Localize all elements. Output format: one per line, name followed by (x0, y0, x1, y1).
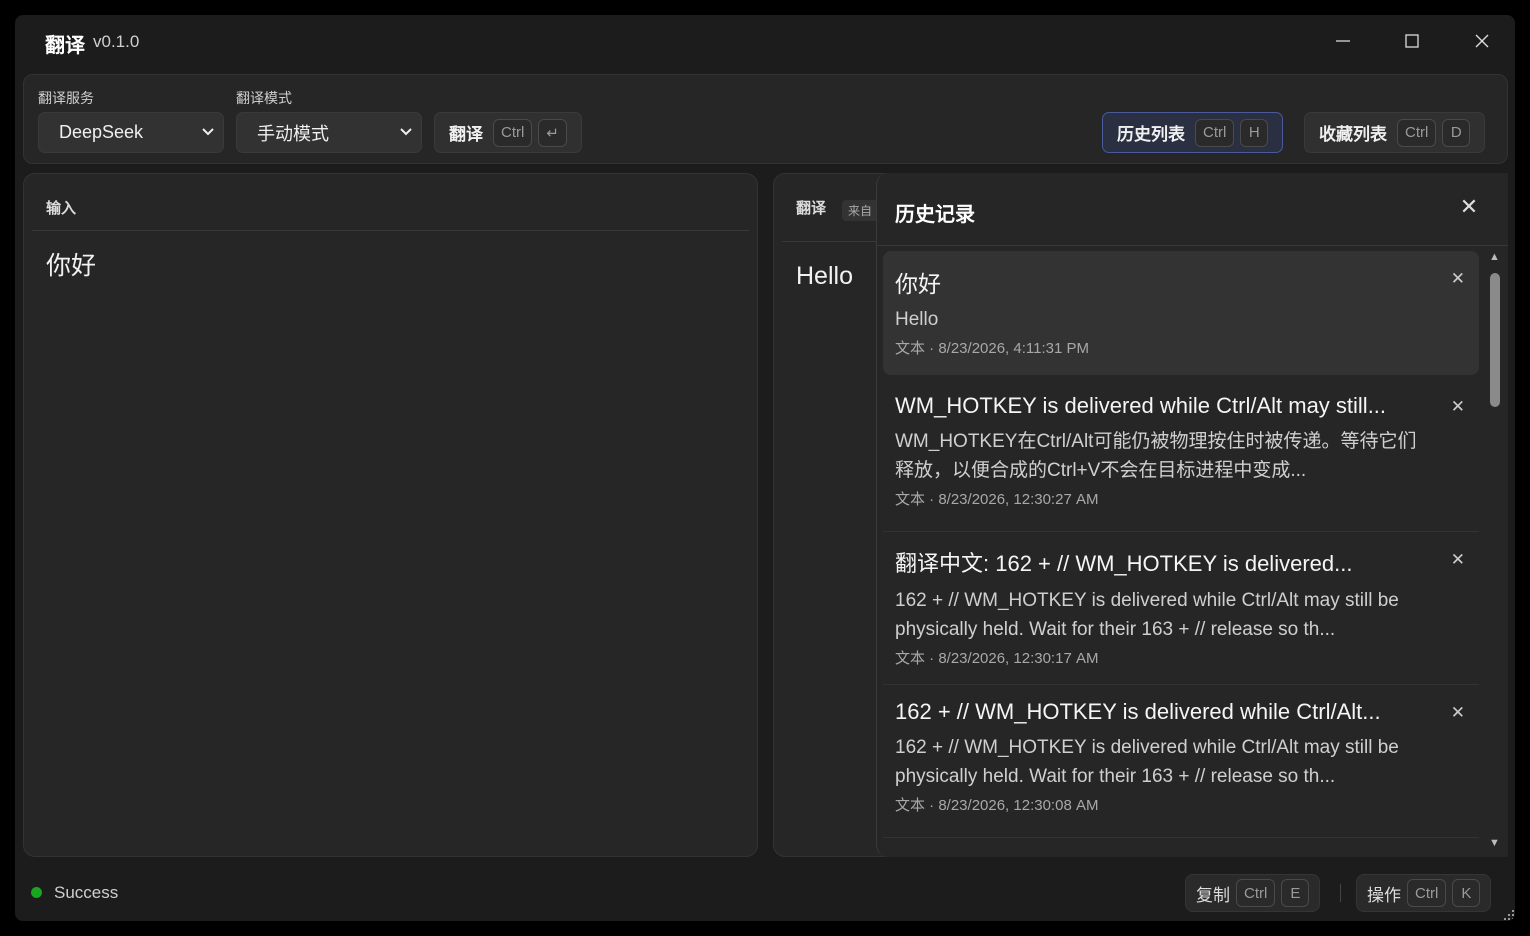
divider (1340, 884, 1341, 902)
history-translation: 162 + // WM_HOTKEY is delivered while Ct… (895, 737, 1399, 787)
scroll-down-icon[interactable]: ▼ (1489, 837, 1500, 849)
maximize-icon (1405, 34, 1419, 48)
favorites-list-label: 收藏列表 (1319, 125, 1387, 144)
input-panel: 输入 你好 (23, 173, 758, 857)
source-badge: 来自 (842, 200, 879, 221)
favorites-list-button[interactable]: 收藏列表 Ctrl D (1304, 112, 1486, 153)
history-item[interactable]: 162 + // WM_HOTKEY is delivered while Ct… (883, 685, 1479, 838)
history-list: 你好 Hello 文本 · 8/23/2026, 4:11:31 PM ✕ WM… (883, 251, 1479, 838)
history-translation: WM_HOTKEY在Ctrl/Alt可能仍被物理按住时被传递。等待它们释放，以便… (895, 431, 1417, 481)
history-meta: 文本 · 8/23/2026, 12:30:08 AM (895, 797, 1099, 814)
mode-value: 手动模式 (257, 123, 329, 144)
mode-select[interactable]: 手动模式 (236, 112, 422, 153)
history-meta: 文本 · 8/23/2026, 12:30:27 AM (895, 491, 1099, 508)
input-header: 输入 (46, 200, 77, 217)
mode-label: 翻译模式 (236, 90, 292, 106)
shortcut-key-h: H (1240, 118, 1269, 147)
delete-history-button[interactable]: ✕ (1451, 397, 1465, 417)
input-textarea[interactable]: 你好 (46, 246, 96, 282)
history-drawer: 历史记录 ✕ 你好 Hello 文本 · 8/23/2026, 4:11:31 … (876, 173, 1508, 857)
title-bar: 翻译 v0.1.0 (15, 15, 1515, 67)
shortcut-key-d: D (1442, 118, 1471, 147)
scroll-up-icon[interactable]: ▲ (1489, 251, 1500, 263)
delete-history-button[interactable]: ✕ (1451, 269, 1465, 289)
chevron-down-icon (202, 128, 214, 136)
translate-button[interactable]: 翻译 Ctrl ↵ (434, 112, 582, 153)
chevron-down-icon (400, 128, 412, 136)
service-select[interactable]: DeepSeek (38, 112, 224, 153)
app-window: 翻译 v0.1.0 翻译服务 DeepSeek 翻译模式 手动模式 翻译 Ctr… (15, 15, 1515, 921)
history-item[interactable]: 你好 Hello 文本 · 8/23/2026, 4:11:31 PM ✕ (883, 251, 1479, 375)
translate-label: 翻译 (449, 125, 483, 144)
shortcut-key-ctrl: Ctrl (1397, 118, 1437, 147)
history-meta: 文本 · 8/23/2026, 4:11:31 PM (895, 340, 1089, 357)
close-history-button[interactable]: ✕ (1457, 195, 1481, 219)
actions-button[interactable]: 操作 Ctrl K (1356, 874, 1492, 912)
maximize-button[interactable] (1392, 27, 1432, 55)
history-list-button[interactable]: 历史列表 Ctrl H (1102, 112, 1284, 153)
shortcut-key-k: K (1452, 879, 1481, 907)
shortcut-key-ctrl: Ctrl (1407, 879, 1447, 907)
history-source: 翻译中文: 162 + // WM_HOTKEY is delivered... (895, 551, 1353, 576)
close-window-button[interactable] (1462, 27, 1502, 55)
resize-grip-icon[interactable] (1501, 907, 1515, 921)
shortcut-key-ctrl: Ctrl (1236, 879, 1276, 907)
history-list-label: 历史列表 (1117, 125, 1185, 144)
minimize-icon (1336, 40, 1350, 42)
toolbar: 翻译服务 DeepSeek 翻译模式 手动模式 翻译 Ctrl ↵ 历史列表 C… (23, 74, 1508, 164)
service-value: DeepSeek (59, 122, 144, 142)
status-dot-icon (31, 887, 42, 898)
shortcut-key-ctrl: Ctrl (493, 118, 533, 147)
divider (32, 230, 749, 231)
divider (877, 245, 1508, 246)
history-item[interactable]: WM_HOTKEY is delivered while Ctrl/Alt ma… (883, 379, 1479, 532)
shortcut-key-enter: ↵ (538, 118, 567, 147)
status-bar: Success 复制 Ctrl E 操作 Ctrl K (15, 863, 1515, 921)
history-item[interactable]: 翻译中文: 162 + // WM_HOTKEY is delivered...… (883, 532, 1479, 685)
history-title: 历史记录 (895, 204, 975, 226)
close-icon (1475, 34, 1489, 48)
actions-label: 操作 (1367, 885, 1401, 905)
scrollbar-thumb[interactable] (1490, 273, 1500, 407)
history-source: WM_HOTKEY is delivered while Ctrl/Alt ma… (895, 393, 1387, 418)
service-label: 翻译服务 (38, 90, 94, 106)
history-translation: 162 + // WM_HOTKEY is delivered while Ct… (895, 590, 1399, 640)
status-text: Success (54, 883, 119, 902)
minimize-button[interactable] (1323, 27, 1363, 55)
delete-history-button[interactable]: ✕ (1451, 550, 1465, 570)
copy-button[interactable]: 复制 Ctrl E (1185, 874, 1321, 912)
shortcut-key-e: E (1281, 879, 1310, 907)
delete-history-button[interactable]: ✕ (1451, 703, 1465, 723)
history-source: 你好 (895, 271, 941, 297)
app-version: v0.1.0 (93, 32, 140, 51)
history-translation: Hello (895, 309, 939, 330)
app-title: 翻译 (45, 35, 85, 57)
history-scrollbar[interactable]: ▲ ▼ (1487, 251, 1501, 851)
shortcut-key-ctrl: Ctrl (1195, 118, 1235, 147)
history-meta: 文本 · 8/23/2026, 12:30:17 AM (895, 650, 1099, 667)
output-header: 翻译 (796, 200, 827, 217)
history-source: 162 + // WM_HOTKEY is delivered while Ct… (895, 699, 1381, 724)
copy-label: 复制 (1196, 885, 1230, 905)
output-text: Hello (796, 262, 853, 290)
